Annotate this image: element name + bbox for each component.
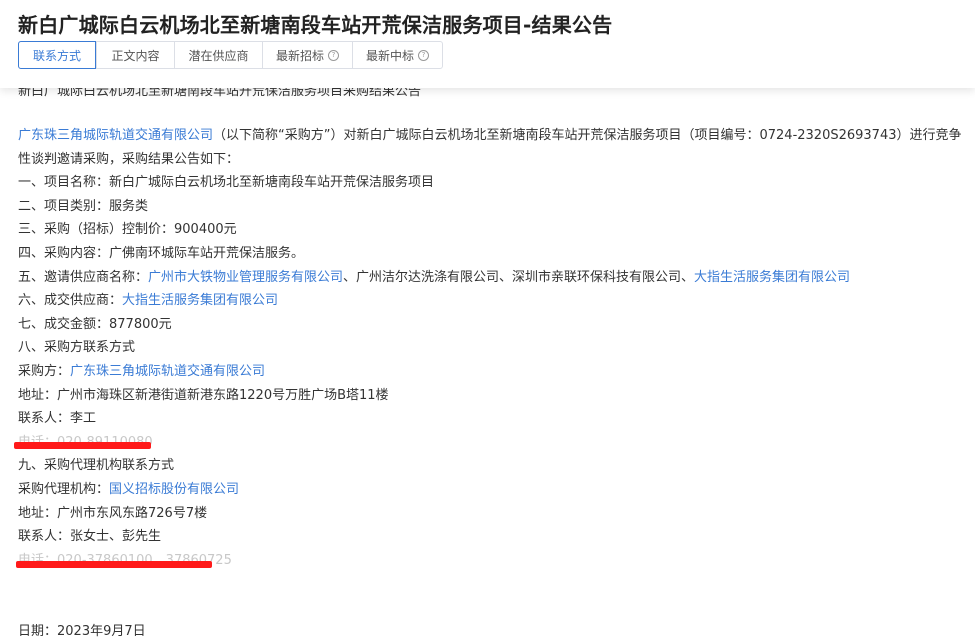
agent-phone-row: 电话：020-37860100、37860725 [16, 549, 963, 573]
buyer-contact-person: 联系人：李工 [18, 411, 97, 427]
item-award-amount: 七、成交金额：877800元 [18, 316, 172, 332]
buyer-name-link[interactable]: 广东珠三角城际轨道交通有限公司 [70, 364, 265, 379]
item-project-category: 二、项目类别：服务类 [18, 198, 149, 214]
buyer-address: 地址：广州市海珠区新港街道新港东路1220号万胜广场B塔11楼 [18, 387, 389, 403]
item-buyer-contact-heading: 八、采购方联系方式 [18, 340, 136, 356]
winner-link[interactable]: 大指生活服务集团有限公司 [122, 293, 278, 308]
question-circle-icon: ? [328, 49, 339, 61]
buyer-link[interactable]: 广东珠三角城际轨道交通有限公司 [18, 128, 213, 143]
tab-contact[interactable]: 联系方式 [18, 41, 96, 69]
tab-label: 正文内容 [111, 48, 160, 63]
tab-latest-awards[interactable]: 最新中标? [352, 42, 442, 68]
agent-name-link[interactable]: 国义招标股份有限公司 [109, 482, 239, 497]
page-header: 新白广城际白云机场北至新塘南段车站开荒保洁服务项目-结果公告 联系方式 正文内容… [0, 0, 975, 88]
agent-address: 地址：广州市东风东路726号7楼 [18, 505, 208, 521]
supplier-link-dazhi[interactable]: 大指生活服务集团有限公司 [694, 270, 850, 285]
item-agent-contact-heading: 九、采购代理机构联系方式 [18, 458, 175, 474]
page-title: 新白广城际白云机场北至新塘南段车站开荒保洁服务项目-结果公告 [18, 13, 613, 37]
item-project-name: 一、项目名称：新白广城际白云机场北至新塘南段车站开荒保洁服务项目 [18, 175, 435, 191]
tab-label: 潜在供应商 [188, 48, 249, 63]
redaction-bar [14, 441, 151, 449]
buyer-label: 采购方： [18, 363, 71, 379]
agent-label: 采购代理机构： [18, 481, 110, 497]
tab-latest-tenders[interactable]: 最新招标? [262, 42, 352, 68]
redaction-bar [16, 560, 212, 568]
intro-paragraph: 广东珠三角城际轨道交通有限公司（以下简称“采购方”）对新白广城际白云机场北至新塘… [18, 124, 963, 171]
agent-row: 采购代理机构：国义招标股份有限公司 [18, 478, 963, 502]
tab-body-content[interactable]: 正文内容 [96, 42, 174, 68]
buyer-row: 采购方：广东珠三角城际轨道交通有限公司 [18, 360, 963, 384]
invited-separator-text: 、广州洁尔达洗涤有限公司、深圳市亲联环保科技有限公司、 [343, 269, 695, 285]
supplier-link-datie[interactable]: 广州市大铁物业管理服务有限公司 [148, 270, 343, 285]
buyer-phone-row: 电话：020-89110080 [14, 431, 963, 455]
question-circle-icon: ? [418, 49, 429, 61]
tab-bar: 联系方式 正文内容 潜在供应商 最新招标? 最新中标? [18, 41, 443, 69]
winner-label: 六、成交供应商： [18, 293, 123, 309]
tab-potential-suppliers[interactable]: 潜在供应商 [174, 42, 262, 68]
tab-label: 最新招标 [275, 48, 324, 63]
item-invited-suppliers: 五、邀请供应商名称：广州市大铁物业管理服务有限公司、广州洁尔达洗涤有限公司、深圳… [18, 266, 963, 290]
item-procurement-content: 四、采购内容：广佛南环城际车站开荒保洁服务。 [18, 245, 305, 261]
announcement-body: 广东珠三角城际轨道交通有限公司（以下简称“采购方”）对新白广城际白云机场北至新塘… [14, 124, 963, 573]
tab-label: 联系方式 [32, 48, 81, 63]
announcement-date: 日期：2023年9月7日 [18, 624, 146, 639]
invited-label: 五、邀请供应商名称： [18, 269, 149, 285]
item-control-price: 三、采购（招标）控制价：900400元 [18, 222, 237, 238]
item-winning-supplier: 六、成交供应商：大指生活服务集团有限公司 [18, 289, 963, 313]
agent-contact-person: 联系人：张女士、彭先生 [18, 529, 162, 545]
tab-label: 最新中标 [365, 48, 414, 63]
